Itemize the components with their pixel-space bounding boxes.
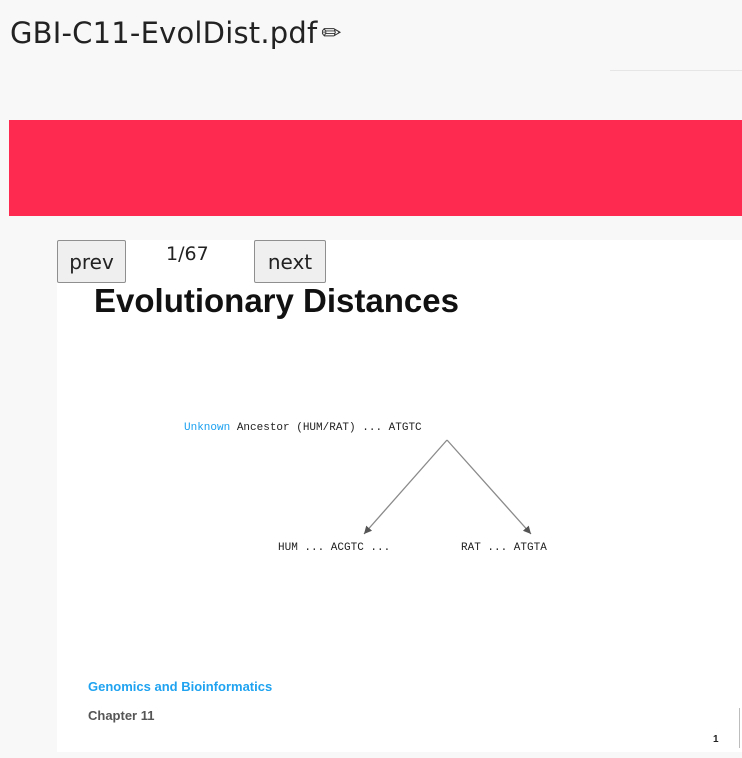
banner — [9, 120, 742, 216]
unknown-word: Unknown — [184, 422, 231, 434]
course-name: Genomics and Bioinformatics — [88, 679, 273, 694]
header-divider — [610, 70, 742, 71]
ancestor-text: Ancestor (HUM/RAT) ... ATGTC — [230, 422, 422, 434]
slide-number: 1 — [713, 734, 719, 745]
page-indicator: 1/67 — [166, 243, 209, 265]
chapter-label: Chapter 11 — [88, 708, 155, 723]
hum-sequence: HUM ... ACGTC ... — [278, 542, 391, 554]
pencil-icon[interactable]: ✏ — [321, 19, 341, 47]
file-title: GBI-C11-EvolDist.pdf ✏ — [10, 16, 342, 50]
rat-sequence: RAT ... ATGTA — [461, 542, 547, 554]
file-name: GBI-C11-EvolDist.pdf — [10, 16, 318, 50]
next-button[interactable]: next — [254, 240, 326, 283]
ancestor-label: Unknown Ancestor (HUM/RAT) ... ATGTC — [184, 422, 422, 434]
slide-title: Evolutionary Distances — [94, 282, 459, 319]
scroll-edge — [739, 708, 740, 748]
prev-button[interactable]: prev — [57, 240, 126, 283]
